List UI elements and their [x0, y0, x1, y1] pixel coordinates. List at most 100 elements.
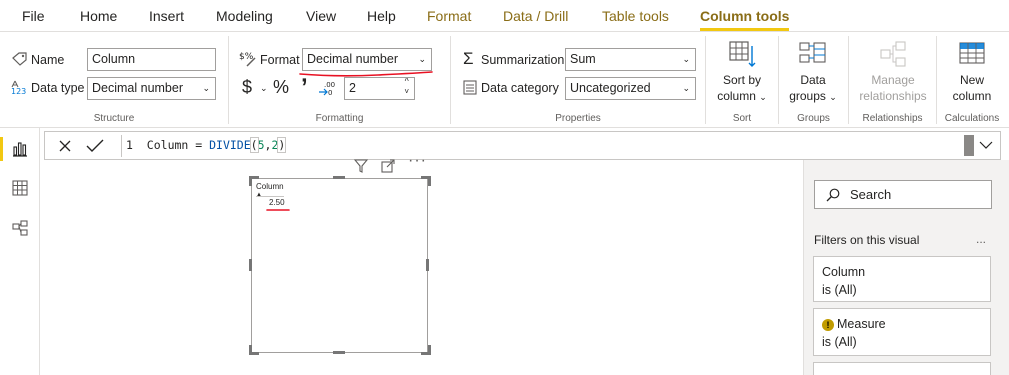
filter-card-state: is (All)	[822, 335, 857, 349]
groups-button-line2: groups ⌄	[789, 89, 837, 103]
new-column-button-line1: New	[959, 73, 984, 87]
filter-card-partial[interactable]	[813, 362, 991, 375]
structure-group-label: Structure	[93, 113, 135, 124]
chevron-down-icon: ⌄	[682, 54, 690, 64]
filter-search-box[interactable]: Search	[814, 180, 992, 209]
formula-scrollbar[interactable]	[964, 135, 974, 156]
data-groups-button[interactable]: Data groups ⌄	[782, 40, 844, 105]
data-view-icon[interactable]	[12, 180, 28, 196]
groups-group-label: Groups	[797, 113, 830, 124]
sort-by-column-button[interactable]: Sort by column ⌄	[710, 40, 774, 105]
chevron-down-icon: ⌄	[829, 92, 837, 102]
summarization-label: Summarization	[481, 53, 565, 67]
format-label: Format	[260, 53, 300, 67]
chevron-down-icon[interactable]	[979, 141, 993, 150]
filters-pane: Search Filters on this visual ... Column…	[803, 160, 1009, 375]
currency-format-button[interactable]: $	[242, 77, 252, 98]
sort-by-column-icon	[729, 41, 756, 67]
new-column-button[interactable]: New column	[941, 40, 1003, 104]
name-label: Name	[31, 53, 65, 67]
data-category-icon	[463, 80, 477, 95]
summarization-value: Sum	[570, 52, 596, 66]
resize-handle[interactable]	[421, 176, 431, 186]
filter-card-measure[interactable]: ! Measure is (All)	[813, 308, 991, 356]
comma-style-button[interactable]: ʼ	[301, 74, 308, 102]
data-groups-icon	[799, 42, 826, 63]
tab-view[interactable]: View	[306, 0, 336, 32]
filters-section-title: Filters on this visual	[814, 233, 920, 247]
data-category-value: Uncategorized	[570, 81, 651, 95]
data-type-label: Data type	[31, 81, 85, 95]
tab-data-drill[interactable]: Data / Drill	[503, 0, 568, 32]
formula-input[interactable]: 1 Column = DIVIDE(5,2)	[126, 132, 287, 159]
view-switcher	[0, 128, 40, 375]
tab-format[interactable]: Format	[427, 0, 471, 32]
filter-card-name: Column	[822, 265, 866, 279]
calculations-group-label: Calculations	[944, 113, 1000, 124]
format-value: Decimal number	[307, 52, 399, 66]
table-visual[interactable]: Column ▲ 2.50	[251, 178, 428, 353]
chevron-down-icon: ⌄	[682, 83, 690, 93]
data-type-value: Decimal number	[92, 81, 184, 95]
more-options-icon[interactable]: ...	[976, 232, 986, 246]
sigma-icon: Σ	[463, 49, 474, 68]
group-divider	[228, 36, 229, 124]
name-input[interactable]: Column	[87, 48, 216, 71]
sort-arrow-icon: ▲	[256, 192, 262, 198]
filter-card-name: Measure	[837, 317, 886, 331]
format-dropdown[interactable]: Decimal number ⌄	[302, 48, 432, 71]
close-icon[interactable]	[58, 139, 72, 153]
tab-home[interactable]: Home	[80, 0, 117, 32]
summarization-dropdown[interactable]: Sum ⌄	[565, 48, 696, 71]
new-column-button-line2: column	[952, 89, 992, 103]
resize-handle[interactable]	[421, 345, 431, 355]
data-type-icon: 123	[11, 80, 26, 96]
focus-mode-icon[interactable]	[381, 159, 395, 173]
data-type-dropdown[interactable]: Decimal number ⌄	[87, 77, 216, 100]
resize-handle[interactable]	[333, 176, 345, 179]
groups-button-line1: Data	[800, 73, 826, 87]
svg-text:123: 123	[11, 87, 26, 96]
tab-table-tools[interactable]: Table tools	[602, 0, 669, 32]
formula-arg1: 5	[257, 138, 265, 152]
filter-card-column[interactable]: Column is (All)	[813, 256, 991, 302]
chevron-down-icon: ⌄	[418, 54, 426, 64]
formula-line-number: 1	[126, 138, 133, 152]
svg-text:.00: .00	[324, 81, 335, 89]
filter-icon[interactable]	[354, 159, 368, 173]
resize-handle[interactable]	[249, 259, 252, 271]
formatting-group-label: Formatting	[315, 113, 364, 124]
spin-down-icon[interactable]: ˅	[404, 85, 409, 99]
resize-handle[interactable]	[249, 345, 259, 355]
search-placeholder: Search	[850, 187, 892, 202]
warning-icon: !	[822, 319, 834, 331]
resize-handle[interactable]	[333, 351, 345, 354]
group-divider	[705, 36, 706, 124]
check-icon[interactable]	[85, 138, 105, 153]
tab-file[interactable]: File	[22, 0, 45, 32]
chevron-down-icon[interactable]: ⌄	[260, 83, 268, 94]
header-divider	[256, 196, 284, 197]
data-category-dropdown[interactable]: Uncategorized ⌄	[565, 77, 696, 100]
tab-column-tools[interactable]: Column tools	[700, 0, 790, 32]
more-options-icon[interactable]: ···	[408, 152, 427, 170]
tab-modeling[interactable]: Modeling	[216, 0, 273, 32]
table-column-header[interactable]: Column	[256, 182, 284, 191]
percent-format-button[interactable]: %	[273, 77, 289, 98]
decimal-places-icon[interactable]: .00 0	[318, 80, 336, 96]
tag-icon	[12, 52, 27, 66]
formula-bar: 1 Column = DIVIDE(5,2)	[44, 131, 1001, 160]
formula-close-paren: )	[277, 137, 287, 153]
tab-help[interactable]: Help	[367, 0, 396, 32]
model-view-icon[interactable]	[12, 220, 28, 236]
report-view-icon[interactable]	[12, 141, 28, 157]
formula-divider	[121, 135, 122, 157]
group-divider	[936, 36, 937, 124]
resize-handle[interactable]	[249, 176, 259, 186]
tab-insert[interactable]: Insert	[149, 0, 184, 32]
manage-relationships-icon	[880, 41, 906, 67]
resize-handle[interactable]	[426, 259, 429, 271]
filter-card-state: is (All)	[822, 283, 857, 297]
decimal-places-input[interactable]: 2 ˄ ˅	[344, 77, 415, 100]
manage-relationships-button[interactable]: Manage relationships	[852, 40, 934, 104]
